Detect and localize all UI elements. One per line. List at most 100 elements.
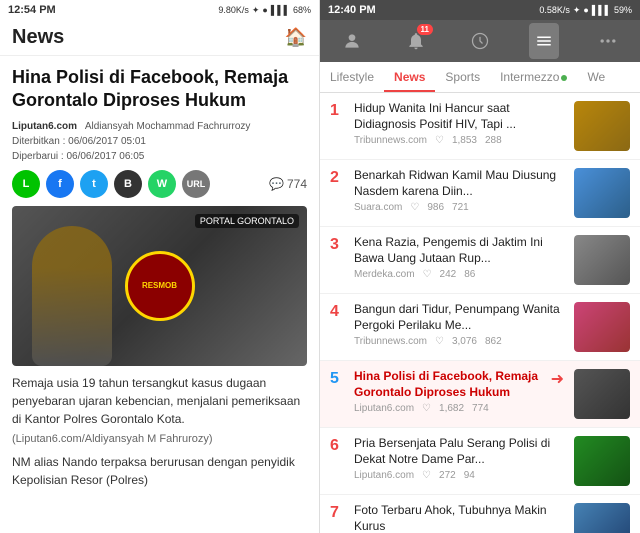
news-text-4: Bangun dari Tidur, Penumpang Wanita Perg… — [354, 302, 566, 347]
news-item-7[interactable]: 7 Foto Terbaru Ahok, Tubuhnya Makin Kuru… — [320, 495, 640, 533]
intermezzo-label: Intermezzo — [500, 70, 559, 84]
article-title: Hina Polisi di Facebook, Remaja Gorontal… — [12, 66, 307, 113]
tab-lifestyle[interactable]: Lifestyle — [320, 62, 384, 92]
news-source-5: Liputan6.com — [354, 403, 414, 414]
news-meta-5: Liputan6.com 1,682 774 — [354, 403, 543, 414]
news-thumb-6 — [574, 436, 630, 486]
battery-right: 59% — [614, 5, 632, 15]
news-source-4: Tribunnews.com — [354, 336, 427, 347]
news-meta-4: Tribunnews.com 3,076 862 — [354, 336, 566, 347]
hearts-4 — [435, 336, 444, 347]
intermezzo-dot — [561, 75, 567, 81]
tab-sports[interactable]: Sports — [435, 62, 490, 92]
status-bar-left: 12:54 PM 9.80K/s ✦ ● ▌▌▌ 68% — [0, 0, 319, 20]
signal-icon-right: ▌▌▌ — [592, 5, 611, 15]
news-headline-5: Hina Polisi di Facebook, Remaja Gorontal… — [354, 369, 543, 400]
hearts-1 — [435, 135, 444, 146]
news-headline-7: Foto Terbaru Ahok, Tubuhnya Makin Kurus — [354, 503, 566, 533]
time-right: 12:40 PM — [328, 4, 376, 16]
news-number-6: 6 — [330, 436, 346, 454]
wifi-icon-right: ● — [583, 5, 588, 15]
network-speed-right: 0.58K/s — [539, 5, 570, 15]
share-twitter-button[interactable]: t — [80, 170, 108, 198]
news-item-4[interactable]: 4 Bangun dari Tidur, Penumpang Wanita Pe… — [320, 294, 640, 361]
news-source-3: Merdeka.com — [354, 269, 415, 280]
category-tabs: Lifestyle News Sports Intermezzo We — [320, 62, 640, 93]
news-source-1: Tribunnews.com — [354, 135, 427, 146]
news-source-6: Liputan6.com — [354, 470, 414, 481]
news-thumb-7 — [574, 503, 630, 533]
article-body-3: NM alias Nando terpaksa berurusan dengan… — [12, 453, 307, 489]
right-panel: 12:40 PM 0.58K/s ✦ ● ▌▌▌ 59% 11 Lif — [320, 0, 640, 533]
share-facebook-button[interactable]: f — [46, 170, 74, 198]
news-text-2: Benarkah Ridwan Kamil Mau Diusung Nasdem… — [354, 168, 566, 213]
article-image: RESMOB PORTAL GORONTALO — [12, 206, 307, 366]
news-number-1: 1 — [330, 101, 346, 119]
article-author: Aldiansyah Mochammad Fachrurrozy — [85, 121, 251, 132]
news-item-1[interactable]: 1 Hidup Wanita Ini Hancur saat Didiagnos… — [320, 93, 640, 160]
news-thumb-5 — [574, 369, 630, 419]
bluetooth-icon-right: ✦ — [573, 5, 581, 16]
profile-nav-icon[interactable] — [337, 26, 367, 56]
signal-icon: ▌▌▌ — [271, 5, 290, 15]
article-source: Liputan6.com Aldiansyah Mochammad Fachru… — [12, 121, 307, 132]
share-url-button[interactable]: URL — [182, 170, 210, 198]
notifications-nav-icon[interactable]: 11 — [401, 26, 431, 56]
person-silhouette — [32, 226, 112, 366]
news-item-6[interactable]: 6 Pria Bersenjata Palu Serang Polisi di … — [320, 428, 640, 495]
news-headline-2: Benarkah Ridwan Kamil Mau Diusung Nasdem… — [354, 168, 566, 199]
tab-intermezzo[interactable]: Intermezzo — [490, 62, 577, 92]
bluetooth-icon: ✦ — [252, 5, 260, 16]
news-item-5[interactable]: 5 Hina Polisi di Facebook, Remaja Goront… — [320, 361, 640, 428]
tab-we[interactable]: We — [577, 62, 615, 92]
news-number-2: 2 — [330, 168, 346, 186]
news-thumb-4 — [574, 302, 630, 352]
more-nav-icon[interactable] — [593, 26, 623, 56]
menu-nav-icon[interactable] — [529, 26, 559, 56]
news-item-2[interactable]: 2 Benarkah Ridwan Kamil Mau Diusung Nasd… — [320, 160, 640, 227]
news-thumb-2 — [574, 168, 630, 218]
notification-badge: 11 — [417, 24, 433, 35]
battery-left: 68% — [293, 5, 311, 15]
time-left: 12:54 PM — [8, 4, 56, 16]
comment-number: 774 — [287, 177, 307, 191]
article-published: Diterbitkan : 06/06/2017 05:01 — [12, 136, 307, 147]
status-bar-right: 12:40 PM 0.58K/s ✦ ● ▌▌▌ 59% — [320, 0, 640, 20]
tab-news[interactable]: News — [384, 62, 435, 92]
social-bar: L f t B W URL 💬 774 — [12, 170, 307, 198]
article-content: Hina Polisi di Facebook, Remaja Gorontal… — [0, 56, 319, 533]
news-headline-4: Bangun dari Tidur, Penumpang Wanita Perg… — [354, 302, 566, 333]
clock-nav-icon[interactable] — [465, 26, 495, 56]
share-bb-button[interactable]: B — [114, 170, 142, 198]
news-headline-6: Pria Bersenjata Palu Serang Polisi di De… — [354, 436, 566, 467]
news-text-7: Foto Terbaru Ahok, Tubuhnya Makin Kurus … — [354, 503, 566, 533]
share-whatsapp-button[interactable]: W — [148, 170, 176, 198]
hearts-3 — [423, 269, 432, 280]
news-number-4: 4 — [330, 302, 346, 320]
share-line-button[interactable]: L — [12, 170, 40, 198]
news-list: 1 Hidup Wanita Ini Hancur saat Didiagnos… — [320, 93, 640, 533]
comment-count: 💬 774 — [269, 177, 307, 191]
news-text-5: Hina Polisi di Facebook, Remaja Gorontal… — [354, 369, 543, 414]
news-thumb-1 — [574, 101, 630, 151]
home-icon[interactable]: 🏠 — [285, 27, 307, 48]
image-overlay: PORTAL GORONTALO — [195, 214, 299, 228]
news-source-2: Suara.com — [354, 202, 402, 213]
news-meta-6: Liputan6.com 272 94 — [354, 470, 566, 481]
left-panel: 12:54 PM 9.80K/s ✦ ● ▌▌▌ 68% News 🏠 Hina… — [0, 0, 320, 533]
hearts-2 — [410, 202, 419, 213]
hearts-5 — [422, 403, 431, 414]
status-icons-left: 9.80K/s ✦ ● ▌▌▌ 68% — [218, 5, 311, 16]
menu-active-bg — [529, 23, 559, 59]
news-item-3[interactable]: 3 Kena Razia, Pengemis di Jaktim Ini Baw… — [320, 227, 640, 294]
arrow-indicator: ➜ — [551, 369, 564, 389]
status-icons-right: 0.58K/s ✦ ● ▌▌▌ 59% — [539, 5, 632, 16]
news-text-3: Kena Razia, Pengemis di Jaktim Ini Bawa … — [354, 235, 566, 280]
police-badge: RESMOB — [125, 251, 195, 321]
hearts-6 — [422, 470, 431, 481]
news-meta-2: Suara.com 986 721 — [354, 202, 566, 213]
news-number-3: 3 — [330, 235, 346, 253]
article-updated: Diperbarui : 06/06/2017 06:05 — [12, 151, 307, 162]
image-placeholder: RESMOB — [12, 206, 307, 366]
news-text-1: Hidup Wanita Ini Hancur saat Didiagnosis… — [354, 101, 566, 146]
